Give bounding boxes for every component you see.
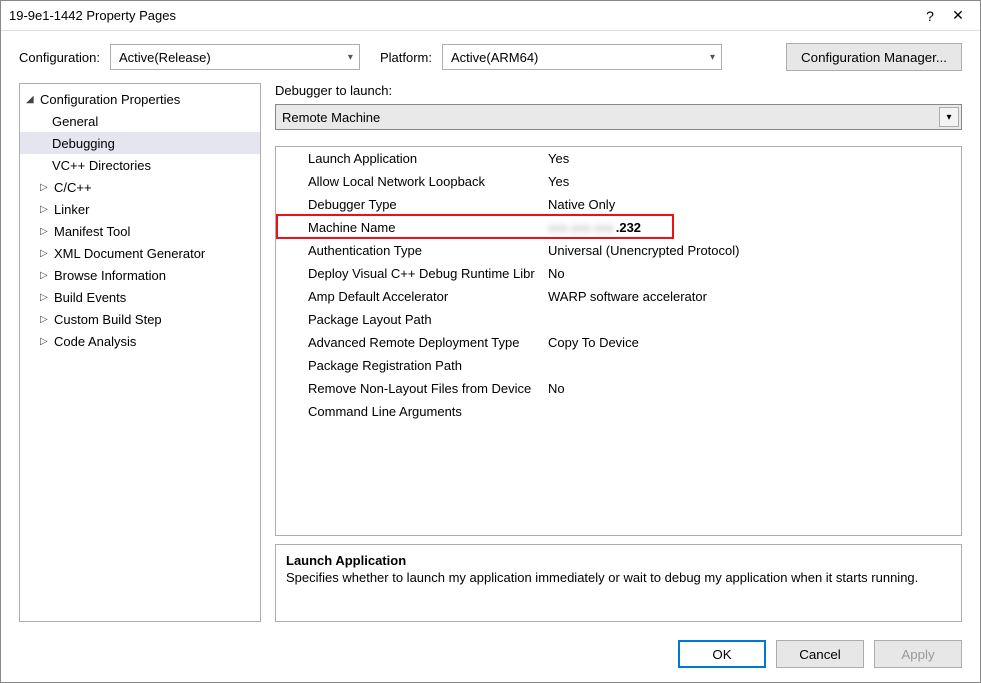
grid-row[interactable]: Authentication TypeUniversal (Unencrypte… xyxy=(276,239,961,262)
tree-item-linker[interactable]: ▷Linker xyxy=(20,198,260,220)
tree-item-c-c-[interactable]: ▷C/C++ xyxy=(20,176,260,198)
property-value[interactable]: xxx.xxx.xxx.232 xyxy=(546,216,961,239)
configuration-label: Configuration: xyxy=(19,50,100,65)
tree-item-custom-build-step[interactable]: ▷Custom Build Step xyxy=(20,308,260,330)
platform-value: Active(ARM64) xyxy=(451,50,538,65)
platform-label: Platform: xyxy=(380,50,432,65)
grid-row[interactable]: Launch ApplicationYes xyxy=(276,147,961,170)
tree-item-build-events[interactable]: ▷Build Events xyxy=(20,286,260,308)
debugger-launch-label: Debugger to launch: xyxy=(275,83,962,98)
expand-icon[interactable]: ▷ xyxy=(40,336,52,347)
property-value[interactable]: No xyxy=(546,377,961,400)
grid-row[interactable]: Advanced Remote Deployment TypeCopy To D… xyxy=(276,331,961,354)
property-name: Advanced Remote Deployment Type xyxy=(276,331,546,354)
grid-row[interactable]: Package Layout Path xyxy=(276,308,961,331)
expand-icon[interactable]: ▷ xyxy=(40,226,52,237)
description-body: Specifies whether to launch my applicati… xyxy=(286,570,951,585)
property-value[interactable]: Yes xyxy=(546,147,961,170)
property-name: Remove Non-Layout Files from Device xyxy=(276,377,546,400)
property-value[interactable]: Universal (Unencrypted Protocol) xyxy=(546,239,961,262)
property-value[interactable]: Yes xyxy=(546,170,961,193)
property-value[interactable]: Native Only xyxy=(546,193,961,216)
platform-dropdown[interactable]: Active(ARM64) ▾ xyxy=(442,44,722,70)
property-value[interactable]: WARP software accelerator xyxy=(546,285,961,308)
chevron-down-icon: ▾ xyxy=(348,52,353,63)
tree-item-general[interactable]: General xyxy=(20,110,260,132)
property-name: Launch Application xyxy=(276,147,546,170)
grid-row[interactable]: Amp Default AcceleratorWARP software acc… xyxy=(276,285,961,308)
description-panel: Launch Application Specifies whether to … xyxy=(275,544,962,622)
property-value[interactable] xyxy=(546,400,961,423)
property-value[interactable]: No xyxy=(546,262,961,285)
property-value[interactable]: Copy To Device xyxy=(546,331,961,354)
property-value[interactable] xyxy=(546,308,961,331)
ok-button[interactable]: OK xyxy=(678,640,766,668)
apply-button[interactable]: Apply xyxy=(874,640,962,668)
window-title: 19-9e1-1442 Property Pages xyxy=(9,8,916,23)
debugger-launch-value: Remote Machine xyxy=(282,110,380,125)
configuration-value: Active(Release) xyxy=(119,50,211,65)
tree-item-debugging[interactable]: Debugging xyxy=(20,132,260,154)
property-name: Allow Local Network Loopback xyxy=(276,170,546,193)
chevron-down-icon: ▾ xyxy=(710,52,715,63)
grid-row[interactable]: Package Registration Path xyxy=(276,354,961,377)
property-name: Machine Name xyxy=(276,216,546,239)
tree-item-code-analysis[interactable]: ▷Code Analysis xyxy=(20,330,260,352)
expand-icon[interactable]: ▷ xyxy=(40,248,52,259)
grid-row[interactable]: Allow Local Network LoopbackYes xyxy=(276,170,961,193)
tree-item-xml-document-generator[interactable]: ▷XML Document Generator xyxy=(20,242,260,264)
debugger-launch-dropdown[interactable]: Remote Machine ▾ xyxy=(275,104,962,130)
close-button[interactable]: ✕ xyxy=(944,7,972,24)
tree-item-vc-directories[interactable]: VC++ Directories xyxy=(20,154,260,176)
tree-root[interactable]: ◢ Configuration Properties xyxy=(20,88,260,110)
cancel-button[interactable]: Cancel xyxy=(776,640,864,668)
collapse-icon[interactable]: ◢ xyxy=(26,94,38,105)
grid-row[interactable]: Debugger TypeNative Only xyxy=(276,193,961,216)
expand-icon[interactable]: ▷ xyxy=(40,182,52,193)
grid-row[interactable]: Machine Namexxx.xxx.xxx.232 xyxy=(276,216,961,239)
expand-icon[interactable]: ▷ xyxy=(40,270,52,281)
property-grid[interactable]: Launch ApplicationYesAllow Local Network… xyxy=(275,146,962,536)
property-name: Authentication Type xyxy=(276,239,546,262)
property-name: Command Line Arguments xyxy=(276,400,546,423)
config-row: Configuration: Active(Release) ▾ Platfor… xyxy=(1,31,980,79)
title-bar: 19-9e1-1442 Property Pages ? ✕ xyxy=(1,1,980,31)
tree-item-manifest-tool[interactable]: ▷Manifest Tool xyxy=(20,220,260,242)
property-name: Debugger Type xyxy=(276,193,546,216)
expand-icon[interactable]: ▷ xyxy=(40,204,52,215)
configuration-manager-button[interactable]: Configuration Manager... xyxy=(786,43,962,71)
expand-icon[interactable]: ▷ xyxy=(40,314,52,325)
chevron-down-icon[interactable]: ▾ xyxy=(939,107,959,127)
help-button[interactable]: ? xyxy=(916,8,944,24)
property-name: Amp Default Accelerator xyxy=(276,285,546,308)
configuration-dropdown[interactable]: Active(Release) ▾ xyxy=(110,44,360,70)
dialog-buttons: OK Cancel Apply xyxy=(1,632,980,682)
property-name: Package Registration Path xyxy=(276,354,546,377)
property-name: Package Layout Path xyxy=(276,308,546,331)
grid-row[interactable]: Remove Non-Layout Files from DeviceNo xyxy=(276,377,961,400)
property-value[interactable] xyxy=(546,354,961,377)
description-title: Launch Application xyxy=(286,553,951,568)
grid-row[interactable]: Command Line Arguments xyxy=(276,400,961,423)
tree-item-browse-information[interactable]: ▷Browse Information xyxy=(20,264,260,286)
expand-icon[interactable]: ▷ xyxy=(40,292,52,303)
grid-row[interactable]: Deploy Visual C++ Debug Runtime LibrNo xyxy=(276,262,961,285)
property-name: Deploy Visual C++ Debug Runtime Libr xyxy=(276,262,546,285)
nav-tree[interactable]: ◢ Configuration Properties GeneralDebugg… xyxy=(19,83,261,622)
